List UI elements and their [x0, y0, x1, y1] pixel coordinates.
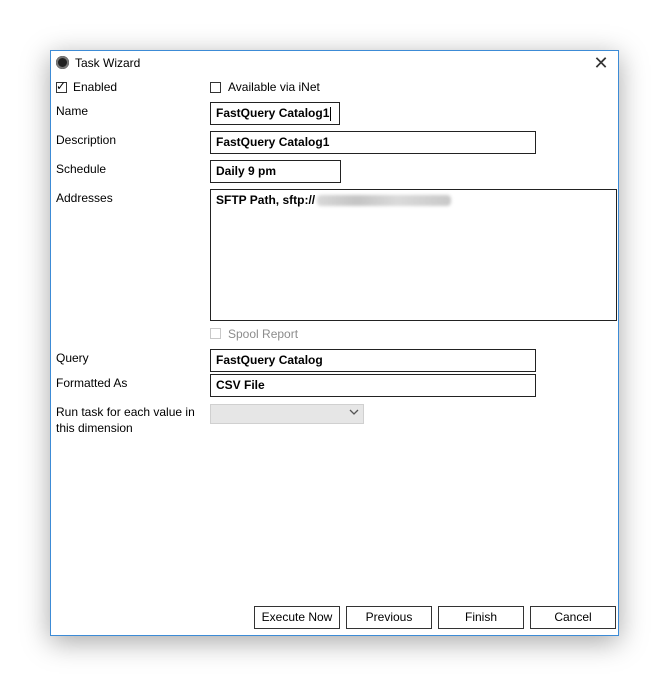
cancel-button[interactable]: Cancel: [530, 606, 616, 629]
close-button[interactable]: ✕: [589, 53, 613, 73]
run-for-each-label-line1: Run task for each value in: [56, 405, 195, 419]
app-logo-icon: [56, 56, 69, 69]
name-input[interactable]: FastQuery Catalog1: [210, 102, 340, 125]
query-input[interactable]: FastQuery Catalog: [210, 349, 536, 372]
run-for-each-label-line2: this dimension: [56, 421, 133, 435]
description-value: FastQuery Catalog1: [216, 135, 330, 149]
formatted-as-label: Formatted As: [56, 376, 128, 390]
available-inet-label: Available via iNet: [228, 80, 320, 94]
previous-button[interactable]: Previous: [346, 606, 432, 629]
text-caret: [330, 106, 332, 121]
checkmark-icon: ✓: [56, 79, 67, 93]
name-value: FastQuery Catalog1: [216, 106, 330, 120]
description-input[interactable]: FastQuery Catalog1: [210, 131, 536, 154]
spool-report-checkbox[interactable]: [210, 328, 221, 339]
redacted-address: [317, 195, 452, 207]
name-label: Name: [56, 104, 89, 118]
close-icon: ✕: [593, 53, 609, 73]
title-bar[interactable]: Task Wizard ✕: [51, 51, 618, 76]
enabled-label: Enabled: [73, 80, 118, 94]
query-label: Query: [56, 351, 89, 365]
execute-now-button[interactable]: Execute Now: [254, 606, 340, 629]
available-inet-checkbox[interactable]: [210, 82, 221, 93]
schedule-input[interactable]: Daily 9 pm: [210, 160, 341, 183]
schedule-value: Daily 9 pm: [216, 164, 277, 178]
spool-report-label: Spool Report: [228, 327, 299, 341]
description-label: Description: [56, 133, 117, 147]
formatted-as-value: CSV File: [216, 378, 265, 392]
task-wizard-dialog: Task Wizard ✕ ✓ Enabled Available via iN…: [50, 50, 619, 636]
dimension-select[interactable]: [210, 404, 364, 424]
enabled-checkbox[interactable]: ✓: [56, 79, 67, 93]
window-title: Task Wizard: [75, 56, 141, 70]
query-value: FastQuery Catalog: [216, 353, 323, 367]
finish-button[interactable]: Finish: [438, 606, 524, 629]
schedule-label: Schedule: [56, 162, 107, 176]
chevron-down-icon: [349, 407, 359, 420]
formatted-as-input[interactable]: CSV File: [210, 374, 536, 397]
addresses-textarea[interactable]: SFTP Path, sftp://: [210, 189, 617, 321]
addresses-label: Addresses: [56, 191, 113, 205]
addresses-value: SFTP Path, sftp://: [216, 193, 316, 207]
